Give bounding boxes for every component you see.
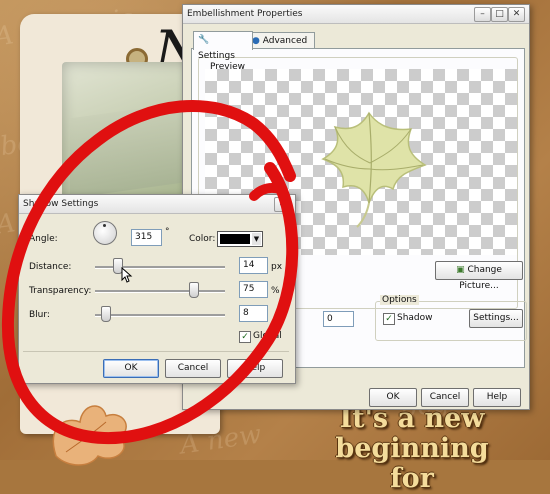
blur-slider-thumb[interactable] xyxy=(101,306,112,322)
dialog-title: Embellishment Properties xyxy=(187,9,303,19)
transparency-label: Transparency: xyxy=(29,286,92,296)
size-field[interactable]: 0 xyxy=(323,311,354,327)
transparency-slider-track[interactable] xyxy=(95,290,225,293)
caption-line: beginning for xyxy=(335,433,489,494)
shadow-ok-button[interactable]: OK xyxy=(103,359,159,378)
dialog-titlebar: Embellishment Properties – □ ✕ xyxy=(183,5,529,24)
ok-button[interactable]: OK xyxy=(369,388,417,407)
mouse-pointer-icon xyxy=(121,267,133,283)
shadow-help-button[interactable]: Help xyxy=(227,359,283,378)
close-button[interactable]: ✕ xyxy=(508,7,525,22)
chevron-down-icon: ▼ xyxy=(252,233,261,245)
color-label: Color: xyxy=(189,234,216,244)
options-label: Options xyxy=(380,295,419,305)
color-swatch xyxy=(220,234,250,244)
maximize-button[interactable]: □ xyxy=(491,7,508,22)
cancel-button[interactable]: Cancel xyxy=(421,388,469,407)
leaf-decoration xyxy=(52,405,127,466)
photo-fold xyxy=(70,101,190,199)
shadow-dialog-title: Shadow Settings xyxy=(23,199,99,209)
global-checkbox[interactable]: ✓ xyxy=(239,331,251,343)
shadow-close-button[interactable]: ✕ xyxy=(274,197,291,212)
shadow-cancel-button[interactable]: Cancel xyxy=(165,359,221,378)
shadow-checkbox[interactable]: ✓ xyxy=(383,313,395,325)
change-picture-button[interactable]: ▣ Change Picture... xyxy=(435,261,523,291)
tab-settings[interactable]: 🔧 Settings xyxy=(193,31,253,61)
change-picture-label: Change Picture... xyxy=(459,265,502,291)
distance-label: Distance: xyxy=(29,262,72,272)
tab-label: Advanced xyxy=(262,36,308,46)
color-picker[interactable]: ▼ xyxy=(217,231,263,247)
help-button[interactable]: Help xyxy=(473,388,521,407)
tab-advanced[interactable]: ● Advanced xyxy=(247,32,315,49)
wrench-icon: 🔧 xyxy=(198,35,210,45)
transparency-unit: % xyxy=(271,286,280,296)
angle-unit: ° xyxy=(165,227,170,237)
blur-label: Blur: xyxy=(29,310,50,320)
distance-unit: px xyxy=(271,262,283,272)
globe-icon: ● xyxy=(252,36,260,46)
shadow-settings-dialog: Shadow Settings ✕ Angle: 315 ° Color: ▼ … xyxy=(18,194,296,384)
picture-icon: ▣ xyxy=(456,265,465,275)
angle-field[interactable]: 315 xyxy=(131,229,162,246)
angle-label: Angle: xyxy=(29,234,58,244)
blur-slider-track[interactable] xyxy=(95,314,225,317)
distance-field[interactable]: 14 xyxy=(239,257,268,274)
transparency-field[interactable]: 75 xyxy=(239,281,268,298)
blur-field[interactable]: 8 xyxy=(239,305,268,322)
shadow-checkbox-label: Shadow xyxy=(397,313,433,323)
overlay-caption: It's a new beginning for xyxy=(312,404,512,494)
separator xyxy=(23,351,289,352)
shadow-settings-button[interactable]: Settings... xyxy=(469,309,523,328)
angle-dial[interactable] xyxy=(93,221,117,245)
angle-indicator xyxy=(103,224,106,227)
minimize-button[interactable]: – xyxy=(474,7,491,22)
shadow-titlebar: Shadow Settings ✕ xyxy=(19,195,295,214)
tab-label: Settings xyxy=(198,51,235,61)
transparency-slider-thumb[interactable] xyxy=(188,282,199,298)
global-checkbox-label: Global xyxy=(253,331,282,341)
